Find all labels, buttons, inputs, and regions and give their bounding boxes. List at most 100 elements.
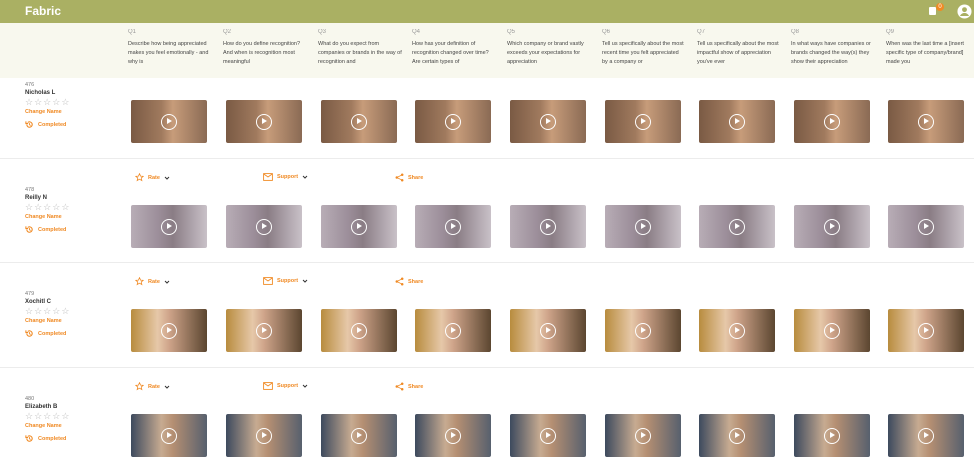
video-thumbnail[interactable] xyxy=(321,414,397,457)
video-thumbnail[interactable] xyxy=(888,414,964,457)
play-icon[interactable] xyxy=(729,218,745,235)
support-dropdown[interactable]: Support xyxy=(263,382,308,390)
video-thumbnail[interactable] xyxy=(415,309,491,352)
video-thumbnail[interactable] xyxy=(699,414,775,457)
star-rating[interactable]: ☆ ☆ ☆ ☆ ☆ xyxy=(25,202,115,212)
play-icon[interactable] xyxy=(351,113,367,130)
video-thumbnail[interactable] xyxy=(510,100,586,143)
change-name-link[interactable]: Change Name xyxy=(25,318,115,324)
video-thumbnail[interactable] xyxy=(605,100,681,143)
video-thumbnail[interactable] xyxy=(888,205,964,248)
question-column[interactable]: Q1 Describe how being appreciated makes … xyxy=(128,29,212,75)
star-icon[interactable]: ☆ xyxy=(25,97,33,107)
rate-dropdown[interactable]: Rate xyxy=(135,382,170,391)
star-icon[interactable]: ☆ xyxy=(61,202,69,212)
play-icon[interactable] xyxy=(161,218,177,235)
star-icon[interactable]: ☆ xyxy=(25,306,33,316)
video-thumbnail[interactable] xyxy=(699,309,775,352)
video-thumbnail[interactable] xyxy=(226,100,302,143)
star-icon[interactable]: ☆ xyxy=(52,97,60,107)
question-column[interactable]: Q4 How has your definition of recognitio… xyxy=(412,29,496,75)
question-column[interactable]: Q3 What do you expect from companies or … xyxy=(318,29,402,75)
play-icon[interactable] xyxy=(918,322,934,339)
video-thumbnail[interactable] xyxy=(888,309,964,352)
video-thumbnail[interactable] xyxy=(226,414,302,457)
video-thumbnail[interactable] xyxy=(605,414,681,457)
play-icon[interactable] xyxy=(824,113,840,130)
play-icon[interactable] xyxy=(729,113,745,130)
star-icon[interactable]: ☆ xyxy=(43,306,51,316)
rate-dropdown[interactable]: Rate xyxy=(135,277,170,286)
play-icon[interactable] xyxy=(635,427,651,444)
video-thumbnail[interactable] xyxy=(226,309,302,352)
play-icon[interactable] xyxy=(351,218,367,235)
star-rating[interactable]: ☆ ☆ ☆ ☆ ☆ xyxy=(25,97,115,107)
play-icon[interactable] xyxy=(918,427,934,444)
video-thumbnail[interactable] xyxy=(131,309,207,352)
play-icon[interactable] xyxy=(824,427,840,444)
notification-icon[interactable]: 0 xyxy=(929,3,944,16)
video-thumbnail[interactable] xyxy=(415,414,491,457)
star-icon[interactable]: ☆ xyxy=(34,411,42,421)
video-thumbnail[interactable] xyxy=(321,100,397,143)
rate-dropdown[interactable]: Rate xyxy=(135,173,170,182)
play-icon[interactable] xyxy=(635,113,651,130)
play-icon[interactable] xyxy=(161,322,177,339)
play-icon[interactable] xyxy=(351,322,367,339)
video-thumbnail[interactable] xyxy=(510,309,586,352)
question-column[interactable]: Q5 Which company or brand vastly exceeds… xyxy=(507,29,591,75)
change-name-link[interactable]: Change Name xyxy=(25,214,115,220)
video-thumbnail[interactable] xyxy=(415,205,491,248)
video-thumbnail[interactable] xyxy=(888,100,964,143)
play-icon[interactable] xyxy=(256,322,272,339)
star-icon[interactable]: ☆ xyxy=(43,97,51,107)
star-icon[interactable]: ☆ xyxy=(52,202,60,212)
star-icon[interactable]: ☆ xyxy=(25,411,33,421)
video-thumbnail[interactable] xyxy=(794,414,870,457)
play-icon[interactable] xyxy=(161,113,177,130)
play-icon[interactable] xyxy=(729,322,745,339)
support-dropdown[interactable]: Support xyxy=(263,277,308,285)
video-thumbnail[interactable] xyxy=(794,205,870,248)
play-icon[interactable] xyxy=(256,113,272,130)
video-thumbnail[interactable] xyxy=(415,100,491,143)
play-icon[interactable] xyxy=(540,322,556,339)
video-thumbnail[interactable] xyxy=(699,205,775,248)
star-icon[interactable]: ☆ xyxy=(61,306,69,316)
play-icon[interactable] xyxy=(540,427,556,444)
star-icon[interactable]: ☆ xyxy=(25,202,33,212)
support-dropdown[interactable]: Support xyxy=(263,173,308,181)
play-icon[interactable] xyxy=(445,427,461,444)
play-icon[interactable] xyxy=(729,427,745,444)
video-thumbnail[interactable] xyxy=(510,205,586,248)
play-icon[interactable] xyxy=(445,218,461,235)
user-avatar-icon[interactable] xyxy=(957,4,972,19)
play-icon[interactable] xyxy=(635,218,651,235)
video-thumbnail[interactable] xyxy=(510,414,586,457)
play-icon[interactable] xyxy=(256,218,272,235)
question-column[interactable]: Q9 When was the last time a [insert spec… xyxy=(886,29,970,75)
play-icon[interactable] xyxy=(635,322,651,339)
star-icon[interactable]: ☆ xyxy=(52,411,60,421)
question-column[interactable]: Q8 In what ways have companies or brands… xyxy=(791,29,875,75)
star-icon[interactable]: ☆ xyxy=(61,411,69,421)
star-icon[interactable]: ☆ xyxy=(52,306,60,316)
star-icon[interactable]: ☆ xyxy=(61,97,69,107)
question-column[interactable]: Q2 How do you define recognition? And wh… xyxy=(223,29,307,75)
video-thumbnail[interactable] xyxy=(605,309,681,352)
play-icon[interactable] xyxy=(161,427,177,444)
video-thumbnail[interactable] xyxy=(605,205,681,248)
play-icon[interactable] xyxy=(540,113,556,130)
video-thumbnail[interactable] xyxy=(131,100,207,143)
star-icon[interactable]: ☆ xyxy=(34,202,42,212)
video-thumbnail[interactable] xyxy=(226,205,302,248)
share-button[interactable]: Share xyxy=(395,173,423,182)
star-rating[interactable]: ☆ ☆ ☆ ☆ ☆ xyxy=(25,306,115,316)
play-icon[interactable] xyxy=(918,113,934,130)
video-thumbnail[interactable] xyxy=(794,309,870,352)
question-column[interactable]: Q7 Tell us specifically about the most i… xyxy=(697,29,781,75)
play-icon[interactable] xyxy=(540,218,556,235)
app-logo[interactable]: Fabric xyxy=(25,4,61,18)
play-icon[interactable] xyxy=(351,427,367,444)
question-column[interactable]: Q6 Tell us specifically about the most r… xyxy=(602,29,686,75)
